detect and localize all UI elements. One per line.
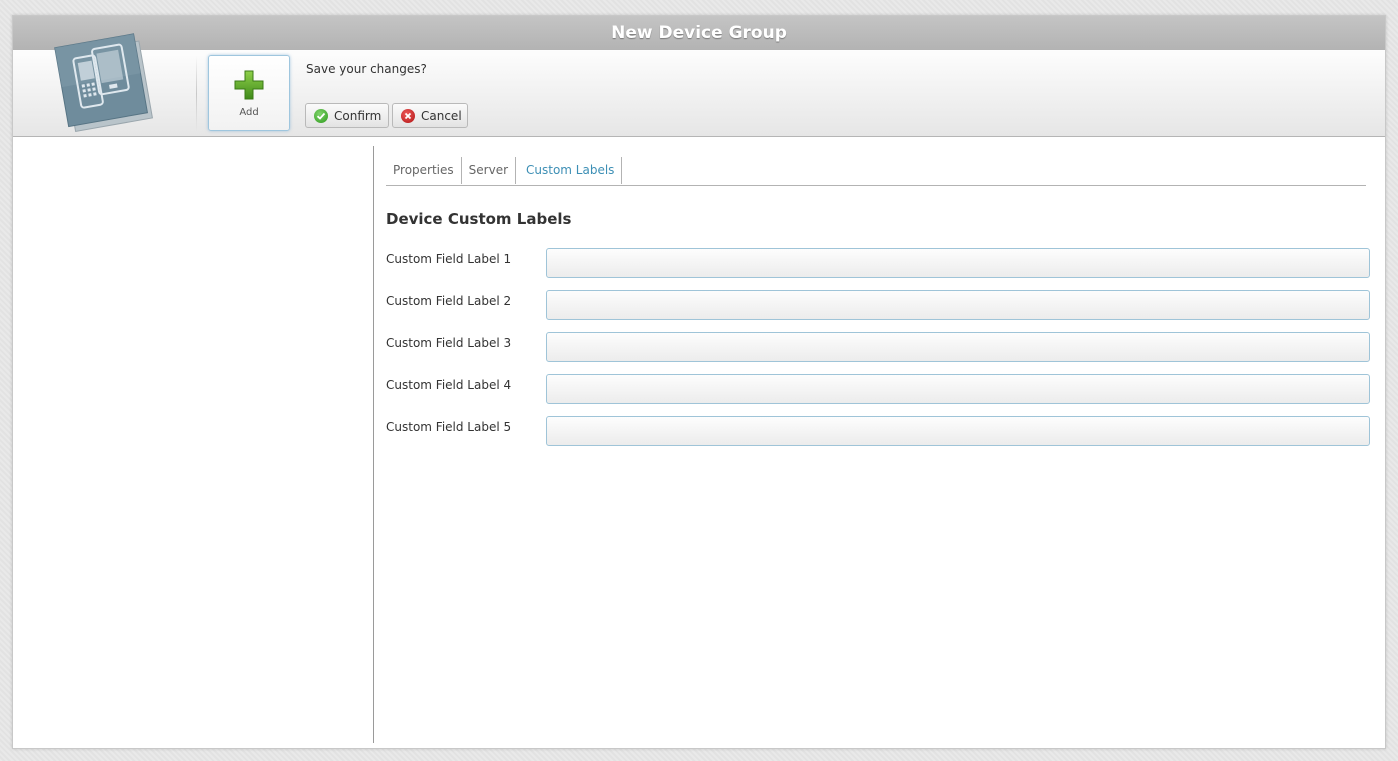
custom-field-row-2: Custom Field Label 2 bbox=[386, 290, 1371, 320]
save-prompt: Save your changes? bbox=[306, 62, 427, 76]
custom-field-input-1[interactable] bbox=[546, 248, 1370, 278]
toolbar-separator bbox=[196, 56, 197, 132]
custom-field-row-4: Custom Field Label 4 bbox=[386, 374, 1371, 404]
tab-server[interactable]: Server bbox=[462, 157, 517, 184]
x-circle-icon bbox=[401, 108, 415, 123]
tab-properties[interactable]: Properties bbox=[386, 157, 462, 184]
pane-divider bbox=[373, 146, 374, 743]
tab-custom-labels[interactable]: Custom Labels bbox=[516, 157, 623, 184]
device-group-icon bbox=[54, 33, 154, 132]
confirm-label: Confirm bbox=[334, 108, 382, 123]
add-button[interactable]: Add bbox=[208, 55, 290, 131]
plus-icon bbox=[234, 70, 264, 100]
custom-field-label-1: Custom Field Label 1 bbox=[386, 252, 512, 266]
custom-field-row-3: Custom Field Label 3 bbox=[386, 332, 1371, 362]
custom-field-label-3: Custom Field Label 3 bbox=[386, 336, 512, 350]
dialog-window: New Device Group Add Save your changes? … bbox=[12, 15, 1386, 749]
custom-field-label-4: Custom Field Label 4 bbox=[386, 378, 512, 392]
tab-bar: Properties Server Custom Labels bbox=[386, 157, 1366, 186]
cancel-button[interactable]: Cancel bbox=[392, 103, 468, 128]
custom-field-row-1: Custom Field Label 1 bbox=[386, 248, 1371, 278]
check-circle-icon bbox=[314, 108, 328, 123]
left-pane bbox=[13, 138, 373, 748]
custom-field-input-2[interactable] bbox=[546, 290, 1370, 320]
custom-field-label-2: Custom Field Label 2 bbox=[386, 294, 512, 308]
custom-field-input-3[interactable] bbox=[546, 332, 1370, 362]
custom-field-label-5: Custom Field Label 5 bbox=[386, 420, 512, 434]
custom-field-input-4[interactable] bbox=[546, 374, 1370, 404]
window-title: New Device Group bbox=[13, 16, 1385, 50]
confirm-button[interactable]: Confirm bbox=[305, 103, 389, 128]
custom-field-input-5[interactable] bbox=[546, 416, 1370, 446]
custom-field-row-5: Custom Field Label 5 bbox=[386, 416, 1371, 446]
add-label: Add bbox=[239, 107, 259, 118]
section-title: Device Custom Labels bbox=[386, 210, 572, 228]
toolbar: Add Save your changes? Confirm Cancel bbox=[13, 33, 1385, 137]
cancel-label: Cancel bbox=[421, 108, 462, 123]
